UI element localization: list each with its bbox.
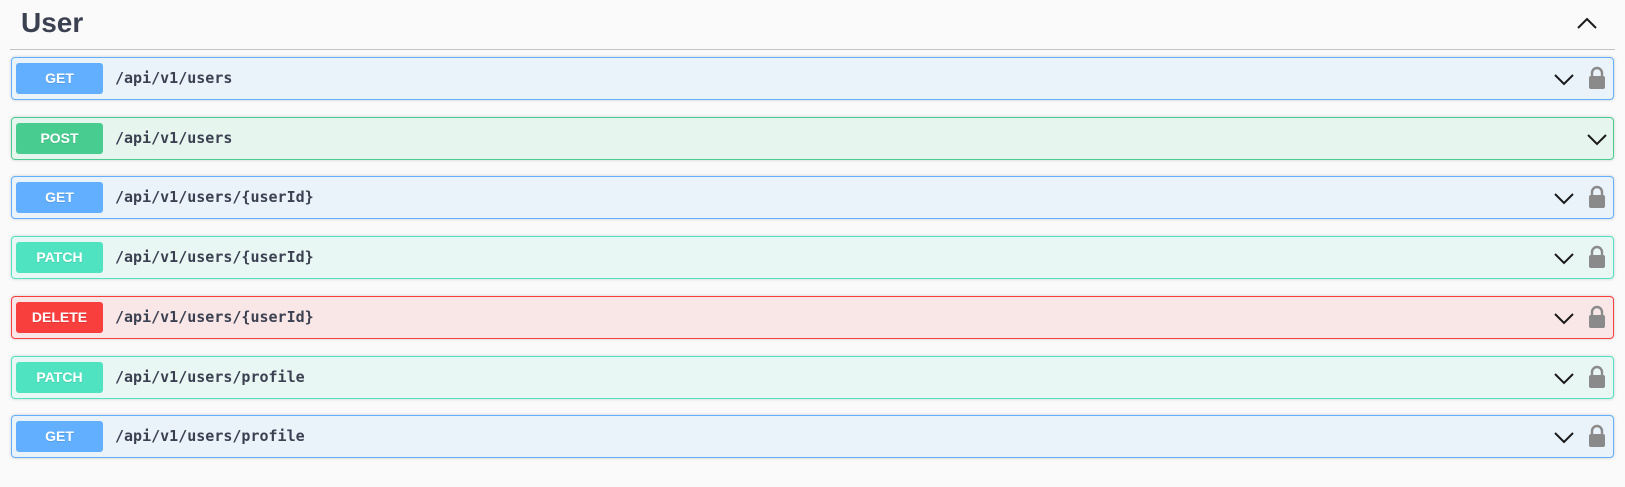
lock-icon[interactable] xyxy=(1587,365,1607,389)
chevron-down-icon[interactable] xyxy=(1552,68,1576,90)
lock-icon[interactable] xyxy=(1587,185,1607,209)
method-badge: PATCH xyxy=(16,242,103,273)
method-badge: PATCH xyxy=(16,362,103,393)
operation-path: /api/v1/users xyxy=(115,69,233,87)
tag-section-user: User GET/api/v1/users POST/api/v1/users GE… xyxy=(0,0,1625,487)
operation-row-delete[interactable]: DELETE/api/v1/users/{userId} xyxy=(11,296,1614,339)
method-badge: GET xyxy=(16,63,103,94)
lock-icon[interactable] xyxy=(1587,305,1607,329)
operation-path: /api/v1/users/profile xyxy=(115,368,305,386)
operation-path: /api/v1/users/profile xyxy=(115,427,305,445)
method-badge: POST xyxy=(16,123,103,154)
operation-row-post[interactable]: POST/api/v1/users xyxy=(11,117,1614,160)
chevron-down-icon[interactable] xyxy=(1552,367,1576,389)
chevron-up-icon xyxy=(1577,17,1597,29)
operation-path: /api/v1/users/{userId} xyxy=(115,248,314,266)
chevron-down-icon[interactable] xyxy=(1552,307,1576,329)
operation-path: /api/v1/users/{userId} xyxy=(115,308,314,326)
method-badge: GET xyxy=(16,182,103,213)
operation-row-get[interactable]: GET/api/v1/users/{userId} xyxy=(11,176,1614,219)
chevron-down-icon[interactable] xyxy=(1585,128,1609,150)
collapse-section-button[interactable] xyxy=(1573,10,1601,38)
operation-row-get[interactable]: GET/api/v1/users xyxy=(11,57,1614,100)
method-badge: DELETE xyxy=(16,302,103,333)
operation-row-get[interactable]: GET/api/v1/users/profile xyxy=(11,415,1614,458)
chevron-down-icon[interactable] xyxy=(1552,247,1576,269)
operation-path: /api/v1/users/{userId} xyxy=(115,188,314,206)
lock-icon[interactable] xyxy=(1587,245,1607,269)
lock-icon[interactable] xyxy=(1587,424,1607,448)
operation-row-patch[interactable]: PATCH/api/v1/users/profile xyxy=(11,356,1614,399)
operation-path: /api/v1/users xyxy=(115,129,233,147)
lock-icon[interactable] xyxy=(1587,66,1607,90)
tag-title: User xyxy=(21,7,84,38)
method-badge: GET xyxy=(16,421,103,452)
chevron-down-icon[interactable] xyxy=(1552,187,1576,209)
operation-row-patch[interactable]: PATCH/api/v1/users/{userId} xyxy=(11,236,1614,279)
chevron-down-icon[interactable] xyxy=(1552,426,1576,448)
tag-header[interactable]: User xyxy=(10,0,1615,50)
